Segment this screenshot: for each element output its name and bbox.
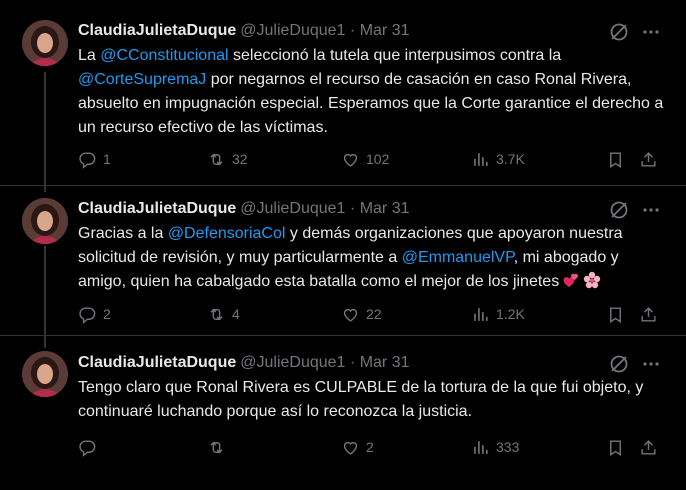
reply-button[interactable]: 1 [78,149,111,169]
author-handle[interactable]: @JulieDuque1 [240,22,345,39]
bookmark-button[interactable] [606,304,625,324]
tweet[interactable]: ClaudiaJulietaDuque @JulieDuque1 · Mar 31… [0,335,686,490]
share-button[interactable] [639,149,658,169]
share-icon [641,439,656,455]
separator-dot: · [349,200,356,217]
views-button[interactable]: 1.2K [471,304,525,324]
repost-icon [210,308,223,320]
tweet[interactable]: ClaudiaJulietaDuque @JulieDuque1 · Mar 31… [0,0,686,185]
like-button[interactable]: 2 [341,437,374,457]
reply-button[interactable]: 2 [78,304,111,324]
tweet[interactable]: ClaudiaJulietaDuque @JulieDuque1 · Mar 31… [0,185,686,335]
author-name[interactable]: ClaudiaJulietaDuque [78,354,236,371]
like-count: 102 [366,151,390,167]
like-count: 22 [366,306,382,322]
avatar[interactable] [22,20,68,66]
tweet-header: ClaudiaJulietaDuque @JulieDuque1 · Mar 31 [78,21,409,41]
tweet-date[interactable]: Mar 31 [360,200,410,217]
mention-link[interactable]: @CConstitucional [100,47,228,64]
tweet-text: La @CConstitucional seleccionó la tutela… [78,44,668,140]
views-icon [474,440,488,454]
author-name[interactable]: ClaudiaJulietaDuque [78,200,236,217]
heart-icon [343,441,358,455]
author-handle[interactable]: @JulieDuque1 [240,354,345,371]
author-handle[interactable]: @JulieDuque1 [240,200,345,217]
text-segment: Gracias a la [78,225,168,242]
mention-link[interactable]: @CorteSupremaJ [78,71,206,88]
grok-icon[interactable] [609,354,629,374]
reply-button[interactable] [78,437,103,457]
tweet-date[interactable]: Mar 31 [360,22,410,39]
text-segment: La [78,47,101,64]
two-hearts-icon [563,273,579,287]
cherry-blossom-icon [583,271,601,289]
share-icon [641,151,656,167]
action-bar: 1 32 102 3.7K [78,149,664,169]
repost-button[interactable]: 4 [207,304,240,324]
author-name[interactable]: ClaudiaJulietaDuque [78,22,236,39]
tweet-text: Tengo claro que Ronal Rivera es CULPABLE… [78,376,668,424]
reply-icon [79,306,96,324]
reply-icon [79,151,96,169]
more-icon[interactable] [641,22,661,42]
more-icon[interactable] [641,200,661,220]
like-count: 2 [366,439,374,455]
action-bar: 2 333 [78,437,664,457]
views-icon [474,152,488,166]
heart-icon [343,153,358,167]
views-count: 3.7K [496,151,525,167]
grok-icon[interactable] [609,200,629,220]
views-button[interactable]: 3.7K [471,149,525,169]
views-icon [474,307,488,321]
views-count: 333 [496,439,520,455]
share-icon [641,306,656,322]
bookmark-icon [610,439,621,456]
heart-icon [343,308,358,322]
action-bar: 2 4 22 1.2K [78,304,664,324]
text-segment: Tengo claro que Ronal Rivera es CULPABLE… [78,379,644,420]
reply-count: 1 [103,151,111,167]
tweet-text: Gracias a la @DefensoriaCol y demás orga… [78,222,668,294]
like-button[interactable]: 102 [341,149,389,169]
views-count: 1.2K [496,306,525,322]
repost-count: 4 [232,306,240,322]
share-button[interactable] [639,304,658,324]
tweet-header: ClaudiaJulietaDuque @JulieDuque1 · Mar 31 [78,353,409,373]
separator-dot: · [349,354,356,371]
repost-count: 32 [232,151,248,167]
share-button[interactable] [639,437,658,457]
reply-count: 2 [103,306,111,322]
repost-icon [210,441,223,453]
views-button[interactable]: 333 [471,437,519,457]
more-icon[interactable] [641,354,661,374]
bookmark-icon [610,306,621,323]
tweet-header: ClaudiaJulietaDuque @JulieDuque1 · Mar 31 [78,199,409,219]
bookmark-button[interactable] [606,149,625,169]
repost-button[interactable]: 32 [207,149,248,169]
mention-link[interactable]: @EmmanuelVP [402,249,514,266]
bookmark-icon [610,151,621,168]
separator-dot: · [349,22,356,39]
repost-icon [210,153,223,165]
grok-icon[interactable] [609,22,629,42]
repost-button[interactable] [207,437,232,457]
bookmark-button[interactable] [606,437,625,457]
reply-icon [79,439,96,457]
like-button[interactable]: 22 [341,304,382,324]
avatar[interactable] [22,198,68,244]
avatar[interactable] [22,351,68,397]
mention-link[interactable]: @DefensoriaCol [168,225,286,242]
tweet-date[interactable]: Mar 31 [360,354,410,371]
text-segment: seleccionó la tutela que interpusimos co… [228,47,562,64]
